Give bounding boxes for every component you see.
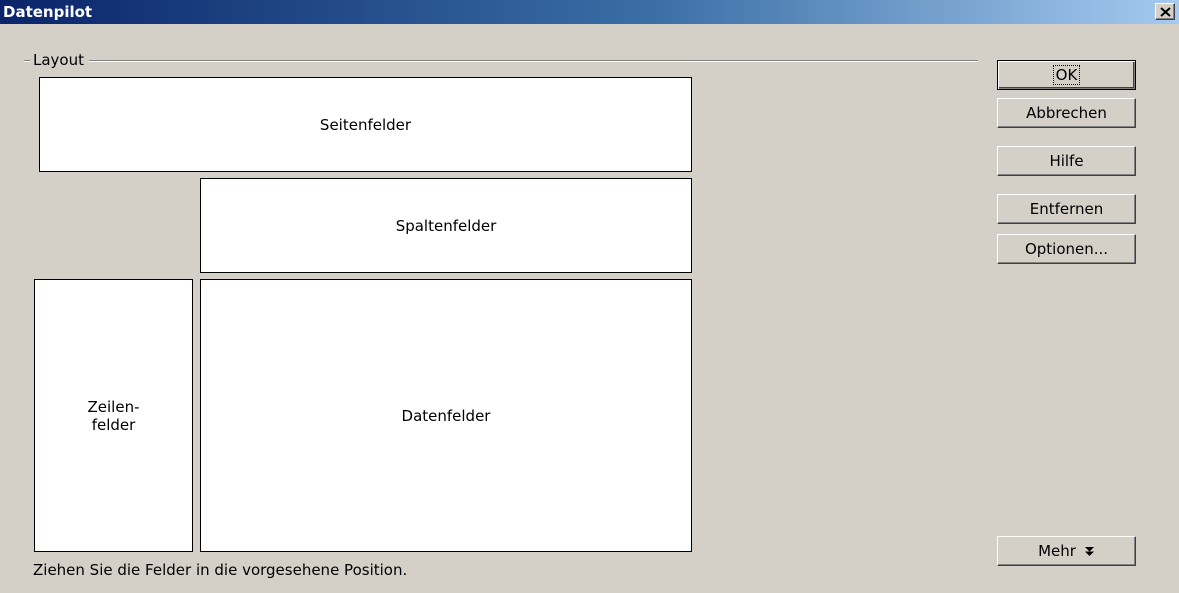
layout-group-label: Layout [30,51,89,69]
data-fields-area[interactable]: Datenfelder [200,279,692,552]
help-button[interactable]: Hilfe [997,146,1136,176]
close-icon [1160,7,1171,17]
double-chevron-down-icon [1084,546,1094,556]
more-button[interactable]: Mehr [997,536,1136,566]
cancel-button[interactable]: Abbrechen [997,98,1136,128]
window-title: Datenpilot [3,3,93,21]
ok-button-label: OK [1052,65,1081,85]
data-fields-label: Datenfelder [401,406,491,425]
ok-button[interactable]: OK [997,60,1136,90]
help-button-label: Hilfe [1049,152,1084,170]
more-button-label: Mehr [1038,542,1076,560]
row-fields-label-line2: felder [91,415,136,434]
hint-text: Ziehen Sie die Felder in die vorgesehene… [33,561,408,579]
close-button[interactable] [1155,3,1175,20]
column-fields-label: Spaltenfelder [395,216,497,235]
page-fields-area[interactable]: Seitenfelder [39,77,692,172]
layout-group-line [24,60,978,62]
column-fields-area[interactable]: Spaltenfelder [200,178,692,273]
row-fields-area[interactable]: Zeilen- felder [34,279,193,552]
page-fields-label: Seitenfelder [319,115,412,134]
options-button[interactable]: Optionen... [997,234,1136,264]
options-button-label: Optionen... [1024,240,1109,258]
cancel-button-label: Abbrechen [1026,104,1107,122]
remove-button[interactable]: Entfernen [997,194,1136,224]
title-bar: Datenpilot [0,0,1179,24]
remove-button-label: Entfernen [1029,200,1104,218]
row-fields-label-line1: Zeilen- [87,397,140,416]
